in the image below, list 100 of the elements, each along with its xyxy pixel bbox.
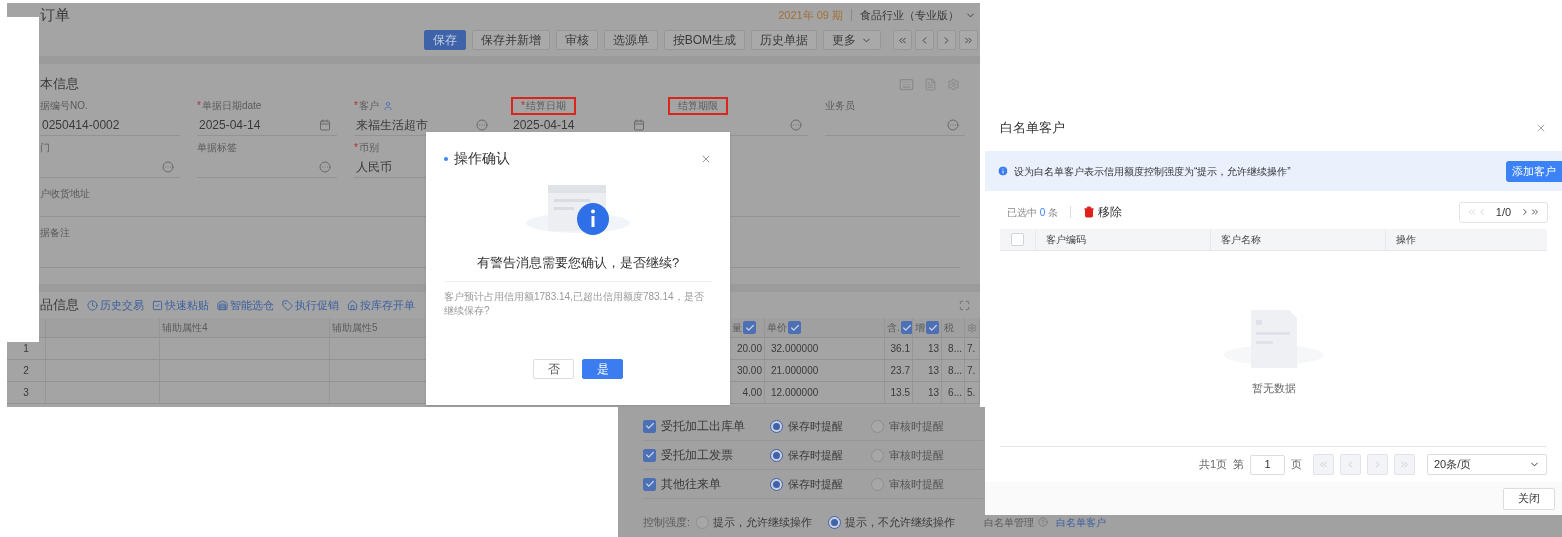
radio-label: 审核时提醒 xyxy=(889,447,944,463)
radio-button[interactable] xyxy=(770,477,783,491)
checkbox[interactable] xyxy=(900,321,912,334)
more-icon[interactable] xyxy=(319,160,331,173)
field-label: 币别 xyxy=(358,142,379,154)
nav-button[interactable] xyxy=(959,30,978,50)
table-cell-text: 20.00 xyxy=(736,342,762,356)
checkbox[interactable] xyxy=(788,321,801,334)
calendar-icon[interactable] xyxy=(633,118,645,131)
pager-text: 页 xyxy=(1291,457,1302,473)
column-header: 客户编码 xyxy=(1046,233,1086,247)
column-header: 辅助属性4 xyxy=(162,321,208,335)
more-icon[interactable] xyxy=(476,118,488,131)
radio-button[interactable] xyxy=(828,515,842,529)
radio-label: 审核时提醒 xyxy=(889,476,944,492)
pager-button[interactable] xyxy=(1367,454,1388,475)
radio-button[interactable] xyxy=(770,419,783,433)
nav-button[interactable] xyxy=(915,30,934,50)
action-link[interactable]: 快速粘贴 xyxy=(152,296,209,314)
field-label: 业务员 xyxy=(825,100,855,112)
action-link[interactable]: 按库存开单 xyxy=(347,296,415,314)
close-button[interactable]: 关闭 xyxy=(1503,487,1555,510)
dialog-detail: 客户预计占用信用额1783.14,已超出信用额度783.14，是否继续保存? xyxy=(444,289,705,318)
toolbar-button[interactable]: 审核 xyxy=(555,30,598,50)
selected-count-text: 已选中 0 条 xyxy=(1007,205,1059,220)
form-field[interactable]: 0250414-0002 xyxy=(40,114,180,136)
nav-button[interactable] xyxy=(937,30,956,50)
column-header: 含. xyxy=(887,321,900,335)
user-icon[interactable] xyxy=(382,101,393,111)
table-cell-text: 13 xyxy=(927,386,939,400)
field-label: 结算期限 xyxy=(678,100,718,112)
period-label: 2021年 09 期 xyxy=(778,7,843,23)
nav-button[interactable] xyxy=(893,30,912,50)
checkbox[interactable] xyxy=(743,321,756,334)
pager-button[interactable] xyxy=(1394,454,1415,475)
info-icon xyxy=(997,165,1009,177)
more-dropdown[interactable]: 更多 xyxy=(823,30,881,50)
pager-button[interactable] xyxy=(1313,454,1334,475)
close-icon[interactable] xyxy=(1535,122,1547,134)
page-input[interactable]: 1 xyxy=(1250,454,1285,475)
field-label: 据编号NO. xyxy=(40,100,88,112)
toolbar-button[interactable]: 保存 xyxy=(423,30,466,50)
help-icon[interactable] xyxy=(1038,517,1049,527)
remove-button[interactable]: 移除 xyxy=(1083,203,1123,221)
form-field[interactable]: 2025-04-14 xyxy=(197,114,337,136)
required-mark: * xyxy=(521,100,525,112)
checkbox[interactable] xyxy=(926,321,939,334)
radio-label: 提示，允许继续操作 xyxy=(713,514,813,530)
pager-text: 第 xyxy=(1233,457,1244,473)
add-customer-button[interactable]: 添加客户 xyxy=(1506,160,1562,182)
prev-page-icon[interactable] xyxy=(1477,207,1487,217)
table-cell-text: 6... xyxy=(948,386,962,400)
field-value: 人民币 xyxy=(356,158,392,176)
whitelist-link[interactable]: 白名单客户 xyxy=(1056,514,1107,530)
first-page-icon[interactable] xyxy=(1467,207,1477,217)
checkmark-icon xyxy=(789,322,800,333)
settings-icon[interactable] xyxy=(947,77,960,91)
pager-text: 共1页 xyxy=(1198,457,1227,473)
dialog-button[interactable]: 是 xyxy=(582,359,623,379)
field-label: 据备注 xyxy=(40,226,71,240)
toolbar-button[interactable]: 选源单 xyxy=(603,30,658,50)
strength-label: 控制强度: xyxy=(643,514,691,530)
row-number: 1 xyxy=(23,342,29,356)
toolbar-button[interactable]: 保存并新增 xyxy=(471,30,550,50)
checkbox[interactable] xyxy=(643,419,656,433)
action-link[interactable]: 执行促销 xyxy=(282,296,339,314)
action-icon xyxy=(152,299,163,311)
action-link[interactable]: 历史交易 xyxy=(87,296,144,314)
checkmark-icon xyxy=(744,322,755,333)
more-icon[interactable] xyxy=(947,118,959,131)
table-cell-text: 4.00 xyxy=(742,386,762,400)
checkmark-icon xyxy=(927,322,938,333)
radio-label: 保存时提醒 xyxy=(788,418,843,434)
empty-text: 暂无数据 xyxy=(1251,381,1296,397)
pager-button[interactable] xyxy=(1340,454,1361,475)
checkmark-icon xyxy=(902,322,912,333)
page-size-select[interactable]: 20条/页 xyxy=(1427,454,1547,475)
dialog-button[interactable]: 否 xyxy=(533,359,574,379)
next-page-icon[interactable] xyxy=(1520,207,1530,217)
calendar-icon[interactable] xyxy=(319,118,331,131)
toolbar-button[interactable]: 按BOM生成 xyxy=(663,30,745,50)
keyboard-icon[interactable] xyxy=(899,76,914,92)
table-cell-text: 36.1 xyxy=(890,342,910,356)
radio-button[interactable] xyxy=(770,448,783,462)
more-icon[interactable] xyxy=(162,160,174,173)
column-header: 操作 xyxy=(1396,233,1416,247)
action-link[interactable]: 智能选仓 xyxy=(217,296,274,314)
fullscreen-icon[interactable] xyxy=(959,299,970,311)
page-title: 订单 xyxy=(40,4,70,25)
column-header: 客户名称 xyxy=(1221,233,1261,247)
checkbox[interactable] xyxy=(643,477,656,491)
radio-label: 审核时提醒 xyxy=(889,418,944,434)
org-selector[interactable]: 食品行业（专业版） xyxy=(860,6,976,24)
required-mark: * xyxy=(197,100,201,112)
more-icon[interactable] xyxy=(790,118,802,131)
document-icon[interactable] xyxy=(924,77,937,91)
toolbar-button[interactable]: 历史单据 xyxy=(751,30,817,50)
last-page-icon[interactable] xyxy=(1530,207,1540,217)
checkbox[interactable] xyxy=(643,448,656,462)
settings-icon[interactable] xyxy=(967,322,977,333)
